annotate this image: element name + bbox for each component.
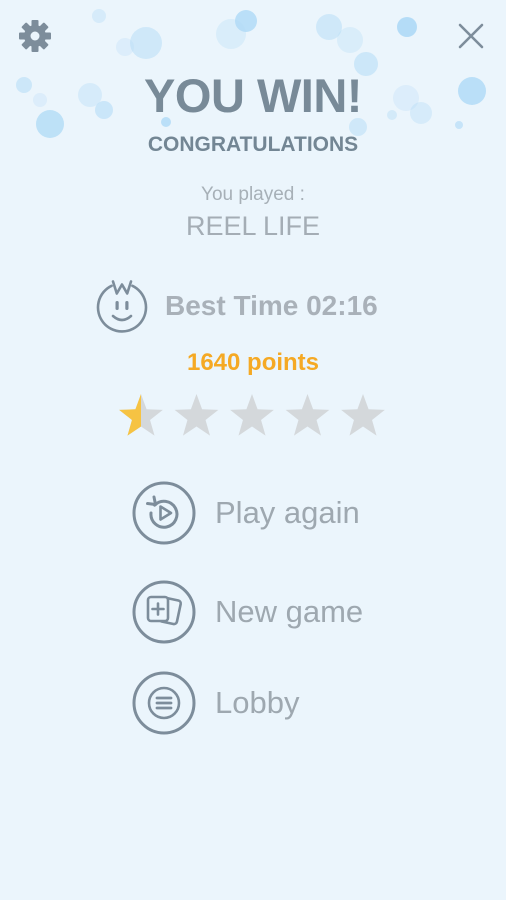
close-icon xyxy=(458,23,484,49)
played-label: You played : xyxy=(201,184,305,205)
gear-icon xyxy=(19,20,51,52)
play-again-label: Play again xyxy=(215,495,360,530)
replay-icon xyxy=(132,481,196,545)
win-title: YOU WIN! xyxy=(144,69,362,122)
star-rating xyxy=(119,394,385,436)
best-time-row: Best Time 02:16 xyxy=(95,279,378,333)
smiley-w-icon xyxy=(96,280,148,333)
new-cards-icon xyxy=(132,580,196,644)
play-again-button[interactable]: Play again xyxy=(131,480,360,546)
settings-button[interactable] xyxy=(13,14,57,58)
rating-star xyxy=(230,394,274,436)
new-game-button[interactable]: New game xyxy=(131,579,363,645)
best-time-text: Best Time 02:16 xyxy=(165,290,378,321)
new-game-label: New game xyxy=(215,594,364,629)
menu-list-icon xyxy=(132,671,196,735)
lobby-button[interactable]: Lobby xyxy=(131,670,299,736)
rating-star xyxy=(119,394,163,436)
rating-star xyxy=(341,394,385,436)
close-button[interactable] xyxy=(449,14,493,58)
game-name: REEL LIFE xyxy=(185,211,321,241)
congratulations-subtitle: CONGRATULATIONS xyxy=(147,133,359,156)
rating-star xyxy=(174,394,219,436)
lobby-label: Lobby xyxy=(215,685,300,720)
points-score: 1640 points xyxy=(186,349,320,376)
rating-star xyxy=(285,394,330,436)
